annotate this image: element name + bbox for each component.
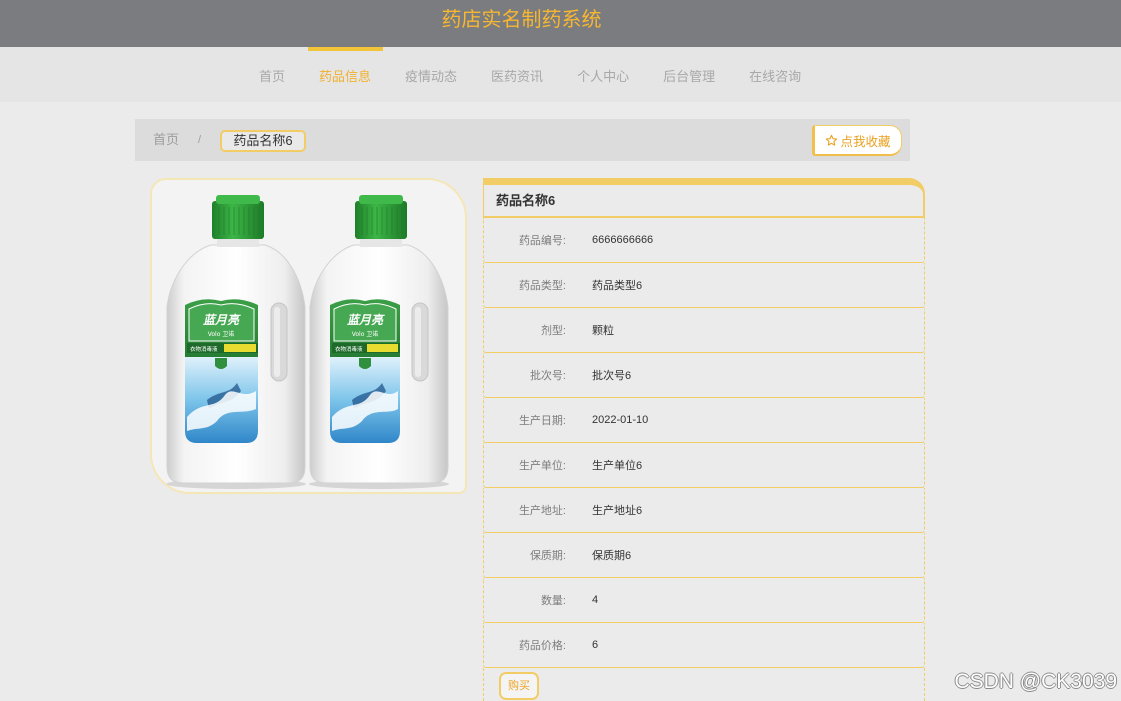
bottle-neck: [360, 238, 402, 247]
label-badge: [215, 358, 227, 369]
field-label: 生产地址:: [518, 505, 566, 517]
field-label: 药品类型:: [518, 280, 566, 292]
field-batch-number: 批次号: 批次号6: [483, 353, 925, 398]
field-price: 药品价格: 6: [483, 623, 925, 668]
field-label: 生产日期:: [518, 415, 566, 427]
breadcrumb-current: 药品名称6: [220, 130, 306, 152]
field-production-date: 生产日期: 2022-01-10: [483, 398, 925, 443]
bottle-neck: [217, 238, 259, 247]
nav-item-drug-info[interactable]: 药品信息: [302, 47, 388, 102]
nav-item-online-consult[interactable]: 在线咨询: [732, 47, 818, 102]
field-label: 数量:: [540, 595, 566, 607]
field-value: 4: [592, 594, 599, 606]
main-nav: 首页 药品信息 疫情动态 医药资讯 个人中心 后台管理 在线咨询: [0, 47, 1121, 102]
field-label: 批次号:: [529, 370, 566, 382]
bottle-right: 蓝月亮 Volo 卫诺 衣物消毒液: [309, 195, 449, 489]
star-icon: [825, 134, 838, 147]
favorite-button[interactable]: 点我收藏: [812, 125, 902, 156]
bottle-cap: [212, 201, 264, 239]
breadcrumb-separator: /: [198, 134, 202, 146]
nav-item-home[interactable]: 首页: [242, 47, 302, 102]
nav-item-admin[interactable]: 后台管理: [646, 47, 732, 102]
buy-row: 购买: [483, 668, 925, 701]
field-label: 药品编号:: [518, 235, 566, 247]
drug-detail-panel: 药品名称6 药品编号: 6666666666 药品类型: 药品类型6 剂型: 颗…: [483, 178, 925, 701]
product-image: 蓝月亮 Volo 卫诺 衣物消毒液 蓝月亮 Volo 卫诺 衣物消毒液: [150, 178, 467, 494]
field-shelf-life: 保质期: 保质期6: [483, 533, 925, 578]
field-label: 剂型:: [540, 325, 566, 337]
field-value: 颗粒: [592, 325, 614, 337]
field-value: 6: [592, 639, 599, 651]
drug-name-title: 药品名称6: [483, 178, 925, 218]
product-type-text: 衣物消毒液: [190, 345, 218, 353]
label-band-highlight: [224, 344, 256, 352]
top-header: 药店实名制药系统: [0, 0, 1121, 47]
breadcrumb: 首页 / 药品名称6 点我收藏: [135, 119, 910, 161]
nav-item-epidemic-news[interactable]: 疫情动态: [388, 47, 474, 102]
bottle-cap: [355, 201, 407, 239]
nav-item-personal-center[interactable]: 个人中心: [560, 47, 646, 102]
field-value: 批次号6: [592, 370, 632, 382]
field-value: 生产单位6: [592, 460, 643, 472]
cap-top: [216, 195, 260, 204]
field-production-address: 生产地址: 生产地址6: [483, 488, 925, 533]
favorite-label: 点我收藏: [840, 134, 891, 149]
field-value: 药品类型6: [592, 280, 643, 292]
sub-brand-text: Volo 卫诺: [208, 330, 235, 338]
field-label: 保质期:: [529, 550, 566, 562]
watermark: CSDN @CK3039: [954, 670, 1117, 693]
breadcrumb-home-link[interactable]: 首页: [153, 119, 179, 161]
field-value: 6666666666: [592, 234, 654, 246]
buy-button[interactable]: 购买: [499, 672, 539, 700]
label-badge: [359, 358, 371, 369]
brand-logo-text: 蓝月亮: [203, 313, 241, 327]
field-label: 药品价格:: [518, 640, 566, 652]
field-drug-type: 药品类型: 药品类型6: [483, 263, 925, 308]
bottle-left: 蓝月亮 Volo 卫诺 衣物消毒液: [166, 195, 306, 489]
field-value: 保质期6: [592, 550, 632, 562]
field-value: 2022-01-10: [592, 414, 649, 426]
label-band-highlight: [367, 344, 398, 352]
handle-highlight: [415, 307, 421, 377]
handle-highlight: [274, 307, 280, 377]
field-drug-code: 药品编号: 6666666666: [483, 218, 925, 263]
field-dosage-form: 剂型: 颗粒: [483, 308, 925, 353]
nav-item-medical-news[interactable]: 医药资讯: [474, 47, 560, 102]
cap-top: [359, 195, 403, 204]
nav-list: 首页 药品信息 疫情动态 医药资讯 个人中心 后台管理 在线咨询: [242, 47, 818, 102]
site-title: 药店实名制药系统: [441, 9, 602, 31]
field-label: 生产单位:: [518, 460, 566, 472]
brand-logo-text: 蓝月亮: [347, 313, 385, 327]
field-value: 生产地址6: [592, 505, 643, 517]
sub-brand-text: Volo 卫诺: [352, 330, 379, 338]
field-manufacturer: 生产单位: 生产单位6: [483, 443, 925, 488]
field-quantity: 数量: 4: [483, 578, 925, 623]
product-illustration: 蓝月亮 Volo 卫诺 衣物消毒液 蓝月亮 Volo 卫诺 衣物消毒液: [166, 195, 449, 489]
product-type-text: 衣物消毒液: [335, 345, 363, 353]
